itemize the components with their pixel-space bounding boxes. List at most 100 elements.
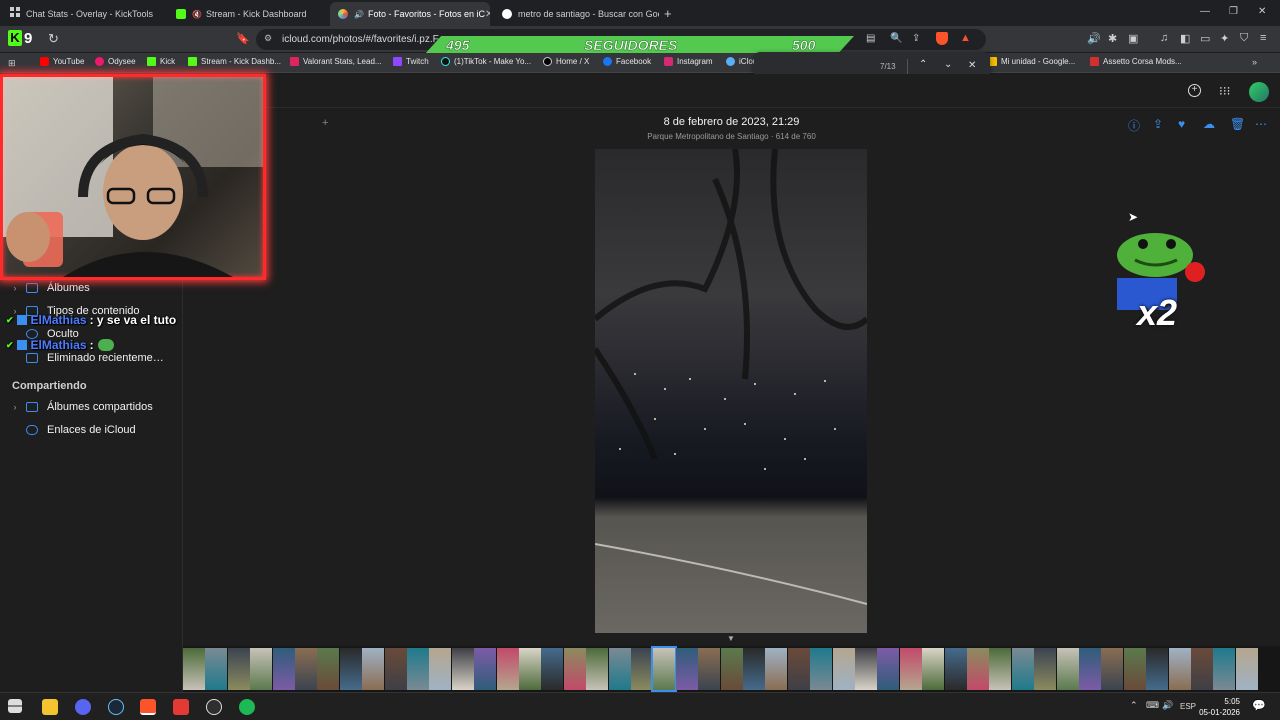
filmstrip-thumbnail[interactable]: [1101, 648, 1124, 690]
filmstrip-thumbnail[interactable]: [787, 648, 810, 690]
favorite-heart-icon[interactable]: ♥: [1178, 117, 1185, 131]
filmstrip-thumbnail[interactable]: [922, 648, 945, 690]
find-next-icon[interactable]: ⌄: [944, 59, 952, 70]
filmstrip-thumbnail[interactable]: [1123, 648, 1146, 690]
filmstrip-thumbnail[interactable]: [563, 648, 586, 690]
filmstrip-thumbnail[interactable]: [651, 646, 678, 692]
filmstrip-thumbnail[interactable]: [765, 648, 788, 690]
bookmark-twitch[interactable]: Twitch: [393, 57, 429, 66]
photo-image[interactable]: [595, 149, 867, 633]
share-icon[interactable]: ⇪: [912, 33, 920, 44]
filmstrip-thumbnail[interactable]: [1235, 648, 1258, 690]
filmstrip-thumbnail[interactable]: [1168, 648, 1191, 690]
collapse-filmstrip-icon[interactable]: ▼: [727, 634, 735, 643]
bookmark-instagram[interactable]: Instagram: [664, 57, 713, 66]
filmstrip-thumbnail[interactable]: [496, 648, 519, 690]
filmstrip-thumbnail[interactable]: [227, 648, 250, 690]
filmstrip-thumbnail[interactable]: [944, 648, 967, 690]
spotify-icon[interactable]: [239, 699, 255, 715]
filmstrip-thumbnail[interactable]: [250, 648, 273, 690]
tab-chat-stats[interactable]: Chat Stats - Overlay - KickTools: [26, 2, 166, 26]
brave-rewards-icon[interactable]: ▲: [960, 32, 971, 44]
filmstrip-thumbnail[interactable]: [541, 648, 564, 690]
network-icon[interactable]: ⌨: [1146, 700, 1159, 711]
notifications-icon[interactable]: 💬: [1252, 699, 1266, 712]
kick-extension-icon[interactable]: K 9: [8, 29, 38, 47]
filmstrip-thumbnail[interactable]: [474, 648, 497, 690]
filmstrip-thumbnail[interactable]: [1079, 648, 1101, 690]
filmstrip-thumbnail[interactable]: [855, 648, 877, 690]
filmstrip-thumbnail[interactable]: [989, 648, 1012, 690]
bookmark-valorant[interactable]: Valorant Stats, Lead...: [290, 57, 382, 66]
filmstrip-thumbnail[interactable]: [1034, 648, 1057, 690]
filmstrip-thumbnail[interactable]: [967, 648, 989, 690]
filmstrip-thumbnail[interactable]: [810, 648, 833, 690]
bookmark-google-drive[interactable]: Mi unidad - Google...: [988, 57, 1075, 66]
filmstrip-thumbnail[interactable]: [1146, 648, 1169, 690]
filmstrip-thumbnail[interactable]: [451, 648, 474, 690]
apps-icon[interactable]: ⊞: [8, 58, 16, 69]
volume-icon[interactable]: 🔊: [1162, 700, 1173, 711]
filmstrip-thumbnail[interactable]: [720, 648, 743, 690]
sidebar-item-icloud-links[interactable]: Enlaces de iCloud: [0, 420, 183, 440]
kick-app-icon[interactable]: [173, 699, 189, 715]
bookmark-facebook[interactable]: Facebook: [603, 57, 651, 66]
filmstrip-thumbnail[interactable]: [1011, 648, 1034, 690]
leo-ai-icon[interactable]: ✦: [1220, 32, 1229, 45]
restore-icon[interactable]: ❐: [1229, 6, 1238, 17]
filmstrip-thumbnail[interactable]: [631, 648, 653, 690]
file-explorer-icon[interactable]: [42, 699, 58, 715]
info-icon[interactable]: ⓘ: [1128, 117, 1140, 134]
bookmark-odysee[interactable]: Odysee: [95, 57, 136, 66]
obs-icon[interactable]: [206, 699, 222, 715]
tab-search-icon[interactable]: [10, 7, 20, 17]
music-icon[interactable]: ♫: [1160, 32, 1168, 44]
more-bookmarks-icon[interactable]: »: [1252, 57, 1257, 67]
steam-icon[interactable]: [108, 699, 124, 715]
new-tab-button[interactable]: +: [664, 6, 672, 21]
filmstrip-thumbnail[interactable]: [675, 648, 698, 690]
reload-icon[interactable]: ↻: [48, 31, 59, 47]
bookmark-kick[interactable]: Kick: [147, 57, 175, 66]
tab-icloud-photos[interactable]: 🔊 Foto - Favoritos - Fotos en iC ✕: [330, 2, 490, 26]
share-icon[interactable]: ⇪: [1153, 117, 1163, 131]
filmstrip-thumbnail[interactable]: [586, 648, 609, 690]
sidebar-toggle-icon[interactable]: ◧: [1180, 32, 1190, 45]
menu-icon[interactable]: ≡: [1260, 32, 1266, 44]
sidebar-item-shared-albums[interactable]: › Álbumes compartidos: [0, 397, 183, 417]
bookmark-icon[interactable]: 🔖: [236, 32, 250, 45]
brave-icon[interactable]: [140, 699, 156, 715]
windows-start-icon[interactable]: [8, 699, 22, 713]
filmstrip-thumbnail[interactable]: [183, 648, 205, 690]
brave-shield-icon[interactable]: [936, 32, 948, 45]
filmstrip-thumbnail[interactable]: [1213, 648, 1236, 690]
tab-google-search[interactable]: metro de santiago - Buscar con Goo: [494, 2, 659, 26]
filmstrip-thumbnail[interactable]: [899, 648, 922, 690]
filmstrip-thumbnail[interactable]: [519, 648, 541, 690]
system-clock[interactable]: 5:05 05-01-2026: [1199, 696, 1240, 718]
filmstrip-thumbnail[interactable]: [317, 648, 340, 690]
find-close-icon[interactable]: ✕: [968, 60, 976, 71]
bookmark-youtube[interactable]: YouTube: [40, 57, 84, 66]
more-icon[interactable]: ⋯: [1255, 117, 1267, 131]
bookmark-kick-dashboard[interactable]: Stream - Kick Dashb...: [188, 57, 281, 66]
find-previous-icon[interactable]: ⌃: [919, 59, 927, 70]
close-tab-icon[interactable]: ✕: [485, 9, 490, 20]
chevron-right-icon[interactable]: ›: [8, 283, 22, 293]
filmstrip-thumbnail[interactable]: [832, 648, 855, 690]
vpn-icon[interactable]: ⛉: [1240, 32, 1248, 45]
bookmark-x[interactable]: Home / X: [543, 57, 589, 66]
tray-chevron-icon[interactable]: ⌃: [1130, 700, 1138, 711]
filmstrip-thumbnail[interactable]: [1056, 648, 1079, 690]
filmstrip-thumbnail[interactable]: [295, 648, 317, 690]
bookmark-tiktok[interactable]: (1)TikTok - Make Yo...: [441, 57, 531, 66]
filmstrip-thumbnail[interactable]: [698, 648, 721, 690]
filmstrip-thumbnail[interactable]: [384, 648, 407, 690]
discord-icon[interactable]: [75, 699, 91, 715]
reader-mode-icon[interactable]: ▤: [866, 33, 875, 44]
extensions-icon[interactable]: ✱: [1108, 32, 1117, 45]
filmstrip-thumbnail[interactable]: [362, 648, 385, 690]
bookmark-assetto-corsa[interactable]: Assetto Corsa Mods...: [1090, 57, 1182, 66]
filmstrip-thumbnail[interactable]: [272, 648, 295, 690]
filmstrip-thumbnail[interactable]: [429, 648, 452, 690]
